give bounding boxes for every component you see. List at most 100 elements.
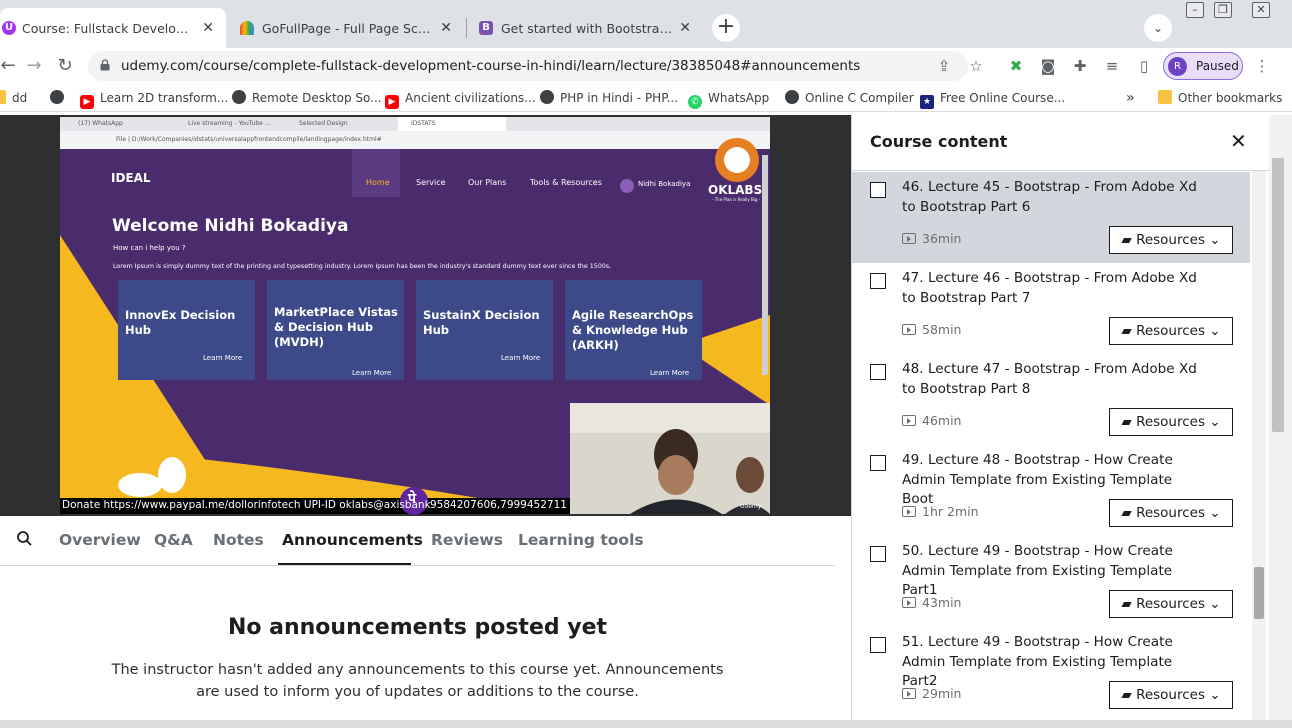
browser-tab-strip: U Course: Fullstack Development C ✕ GoFu… xyxy=(0,0,1292,48)
side-panel-icon[interactable]: ▯ xyxy=(1134,56,1154,76)
video-icon xyxy=(902,324,916,335)
globe-icon xyxy=(50,90,64,104)
resources-dropdown-button[interactable]: ▰ Resources ⌄ xyxy=(1109,499,1233,527)
video-icon xyxy=(902,506,916,517)
lecture-item[interactable]: 46. Lecture 45 - Bootstrap - From Adobe … xyxy=(852,172,1250,263)
tab-learning-tools[interactable]: Learning tools xyxy=(518,530,644,550)
lecture-checkbox[interactable] xyxy=(870,364,886,380)
extension-icon[interactable]: ✖ xyxy=(1006,56,1026,76)
other-bookmarks-folder[interactable]: Other bookmarks xyxy=(1158,89,1282,107)
lecture-title: 46. Lecture 45 - Bootstrap - From Adobe … xyxy=(902,179,1197,215)
announcements-empty-title: No announcements posted yet xyxy=(227,615,608,640)
chevron-down-icon: ⌄ xyxy=(1205,414,1221,430)
menu-kebab-icon[interactable]: ⋮ xyxy=(1252,56,1272,76)
inner-url: File | D:/Work/Companies/idstats/univers… xyxy=(116,136,382,143)
lecture-checkbox[interactable] xyxy=(870,455,886,471)
sidebar-scrollbar-thumb[interactable] xyxy=(1254,567,1264,619)
lecture-item[interactable]: 49. Lecture 48 - Bootstrap - How Create … xyxy=(852,445,1250,536)
maximize-icon[interactable]: ❐ xyxy=(1214,2,1232,18)
tab-qa[interactable]: Q&A xyxy=(154,530,193,550)
resources-dropdown-button[interactable]: ▰ Resources ⌄ xyxy=(1109,681,1233,709)
inner-card-title: Agile ResearchOps & Knowledge Hub (ARKH) xyxy=(572,308,694,352)
reload-icon[interactable]: ↻ xyxy=(53,54,77,78)
lecture-checkbox[interactable] xyxy=(870,546,886,562)
camera-icon[interactable]: ◙ xyxy=(1038,56,1058,76)
webcam-watermark: Udemy xyxy=(740,503,762,510)
resources-dropdown-button[interactable]: ▰ Resources ⌄ xyxy=(1109,226,1233,254)
inner-card-link: Learn More xyxy=(501,354,541,362)
bookmarks-overflow-button[interactable]: » xyxy=(1126,89,1135,107)
lecture-duration: 29min xyxy=(902,686,961,702)
browser-tab-gofullpage[interactable]: GoFullPage - Full Page Screen Ca ✕ xyxy=(228,8,464,48)
bookmark-item[interactable]: ▶ Ancient civilizations... xyxy=(385,89,536,109)
resources-dropdown-button[interactable]: ▰ Resources ⌄ xyxy=(1109,590,1233,618)
inner-card-title: InnovEx Decision Hub xyxy=(125,308,236,337)
video-icon xyxy=(902,688,916,699)
lecture-item[interactable]: 47. Lecture 46 - Bootstrap - From Adobe … xyxy=(852,263,1250,354)
share-icon[interactable]: ⇪ xyxy=(934,56,954,76)
page-scrollbar-thumb[interactable] xyxy=(1272,158,1284,432)
resources-dropdown-button[interactable]: ▰ Resources ⌄ xyxy=(1109,317,1233,345)
lecture-item[interactable]: 51. Lecture 49 - Bootstrap - How Create … xyxy=(852,627,1250,718)
lecture-checkbox[interactable] xyxy=(870,273,886,289)
video-icon xyxy=(902,233,916,244)
browser-tab-udemy[interactable]: U Course: Fullstack Development C ✕ xyxy=(0,8,226,48)
bookmark-item[interactable]: PHP in Hindi - PHP... xyxy=(540,89,678,107)
lecture-checkbox[interactable] xyxy=(870,182,886,198)
close-icon[interactable]: ✕ xyxy=(1230,130,1247,152)
inner-nav-item: Home xyxy=(366,178,390,187)
lecture-checkbox[interactable] xyxy=(870,637,886,653)
folder-icon xyxy=(0,90,6,104)
udemy-icon: U xyxy=(2,21,16,35)
bookmark-item[interactable]: ★ Free Online Course... xyxy=(920,89,1065,109)
tab-search-button[interactable]: ⌄ xyxy=(1144,14,1172,42)
tab-overview[interactable]: Overview xyxy=(59,530,141,550)
donate-phone: 9584207606,7999452711 xyxy=(430,499,567,511)
media-control-icon[interactable]: ≡ xyxy=(1102,56,1122,76)
close-tab-icon[interactable]: ✕ xyxy=(440,20,452,36)
inner-lorem: Lorem Ipsum is simply dummy text of the … xyxy=(113,263,612,270)
inner-tab: (17) WhatsApp xyxy=(78,120,123,127)
bookmark-item[interactable]: Remote Desktop So... xyxy=(232,89,382,107)
sidebar-title: Course content xyxy=(870,132,1008,151)
search-icon[interactable] xyxy=(16,530,34,548)
inner-tab: Selected Design xyxy=(299,120,348,127)
resources-dropdown-button[interactable]: ▰ Resources ⌄ xyxy=(1109,408,1233,436)
video-player[interactable]: (17) WhatsApp Live streaming - YouTube S… xyxy=(0,115,851,516)
chevron-down-icon: ⌄ xyxy=(1205,596,1221,612)
back-icon[interactable]: ← xyxy=(0,54,20,78)
lecture-item[interactable]: 50. Lecture 49 - Bootstrap - How Create … xyxy=(852,536,1250,627)
bookmarks-bar: dd ▶ Learn 2D transform... Remote Desktop… xyxy=(0,85,1292,112)
folder-icon: ▰ xyxy=(1121,687,1137,703)
browser-toolbar: ← → ↻ udemy.com/course/complete-fullstac… xyxy=(0,48,1292,85)
close-window-icon[interactable]: ✕ xyxy=(1252,2,1270,18)
tab-reviews[interactable]: Reviews xyxy=(431,530,503,550)
lecture-duration: 58min xyxy=(902,322,961,338)
globe-icon xyxy=(540,90,554,104)
profile-button[interactable]: R Paused xyxy=(1163,52,1243,80)
course-content-sidebar: Course content ✕ 46. Lecture 45 - Bootst… xyxy=(851,115,1269,720)
video-icon xyxy=(902,415,916,426)
bookmark-item[interactable]: dd xyxy=(0,89,27,107)
tab-notes[interactable]: Notes xyxy=(213,530,264,550)
lecture-duration: 46min xyxy=(902,413,961,429)
close-tab-icon[interactable]: ✕ xyxy=(202,20,214,36)
forward-icon[interactable]: → xyxy=(22,54,46,78)
browser-tab-bootstrap[interactable]: B Get started with Bootstrap · Boot ✕ xyxy=(467,8,703,48)
lecture-item[interactable]: 48. Lecture 47 - Bootstrap - From Adobe … xyxy=(852,354,1250,445)
sidebar-scrollbar[interactable] xyxy=(1252,171,1266,720)
extensions-puzzle-icon[interactable]: ✚ xyxy=(1070,56,1090,76)
folder-icon xyxy=(1158,90,1172,104)
close-tab-icon[interactable]: ✕ xyxy=(679,20,691,36)
bookmark-item[interactable]: Online C Compiler xyxy=(785,89,914,107)
bookmark-item[interactable]: ✆ WhatsApp xyxy=(688,89,769,109)
bookmark-item[interactable]: ▶ Learn 2D transform... xyxy=(80,89,228,109)
bookmark-item[interactable] xyxy=(50,89,70,107)
address-bar[interactable]: udemy.com/course/complete-fullstack-deve… xyxy=(88,51,968,81)
minimize-icon[interactable]: – xyxy=(1186,2,1204,18)
new-tab-button[interactable]: + xyxy=(712,14,740,42)
globe-icon xyxy=(232,90,246,104)
tab-announcements[interactable]: Announcements xyxy=(282,530,423,550)
lecture-duration: 36min xyxy=(902,231,961,247)
bookmark-star-icon[interactable]: ☆ xyxy=(966,56,986,76)
